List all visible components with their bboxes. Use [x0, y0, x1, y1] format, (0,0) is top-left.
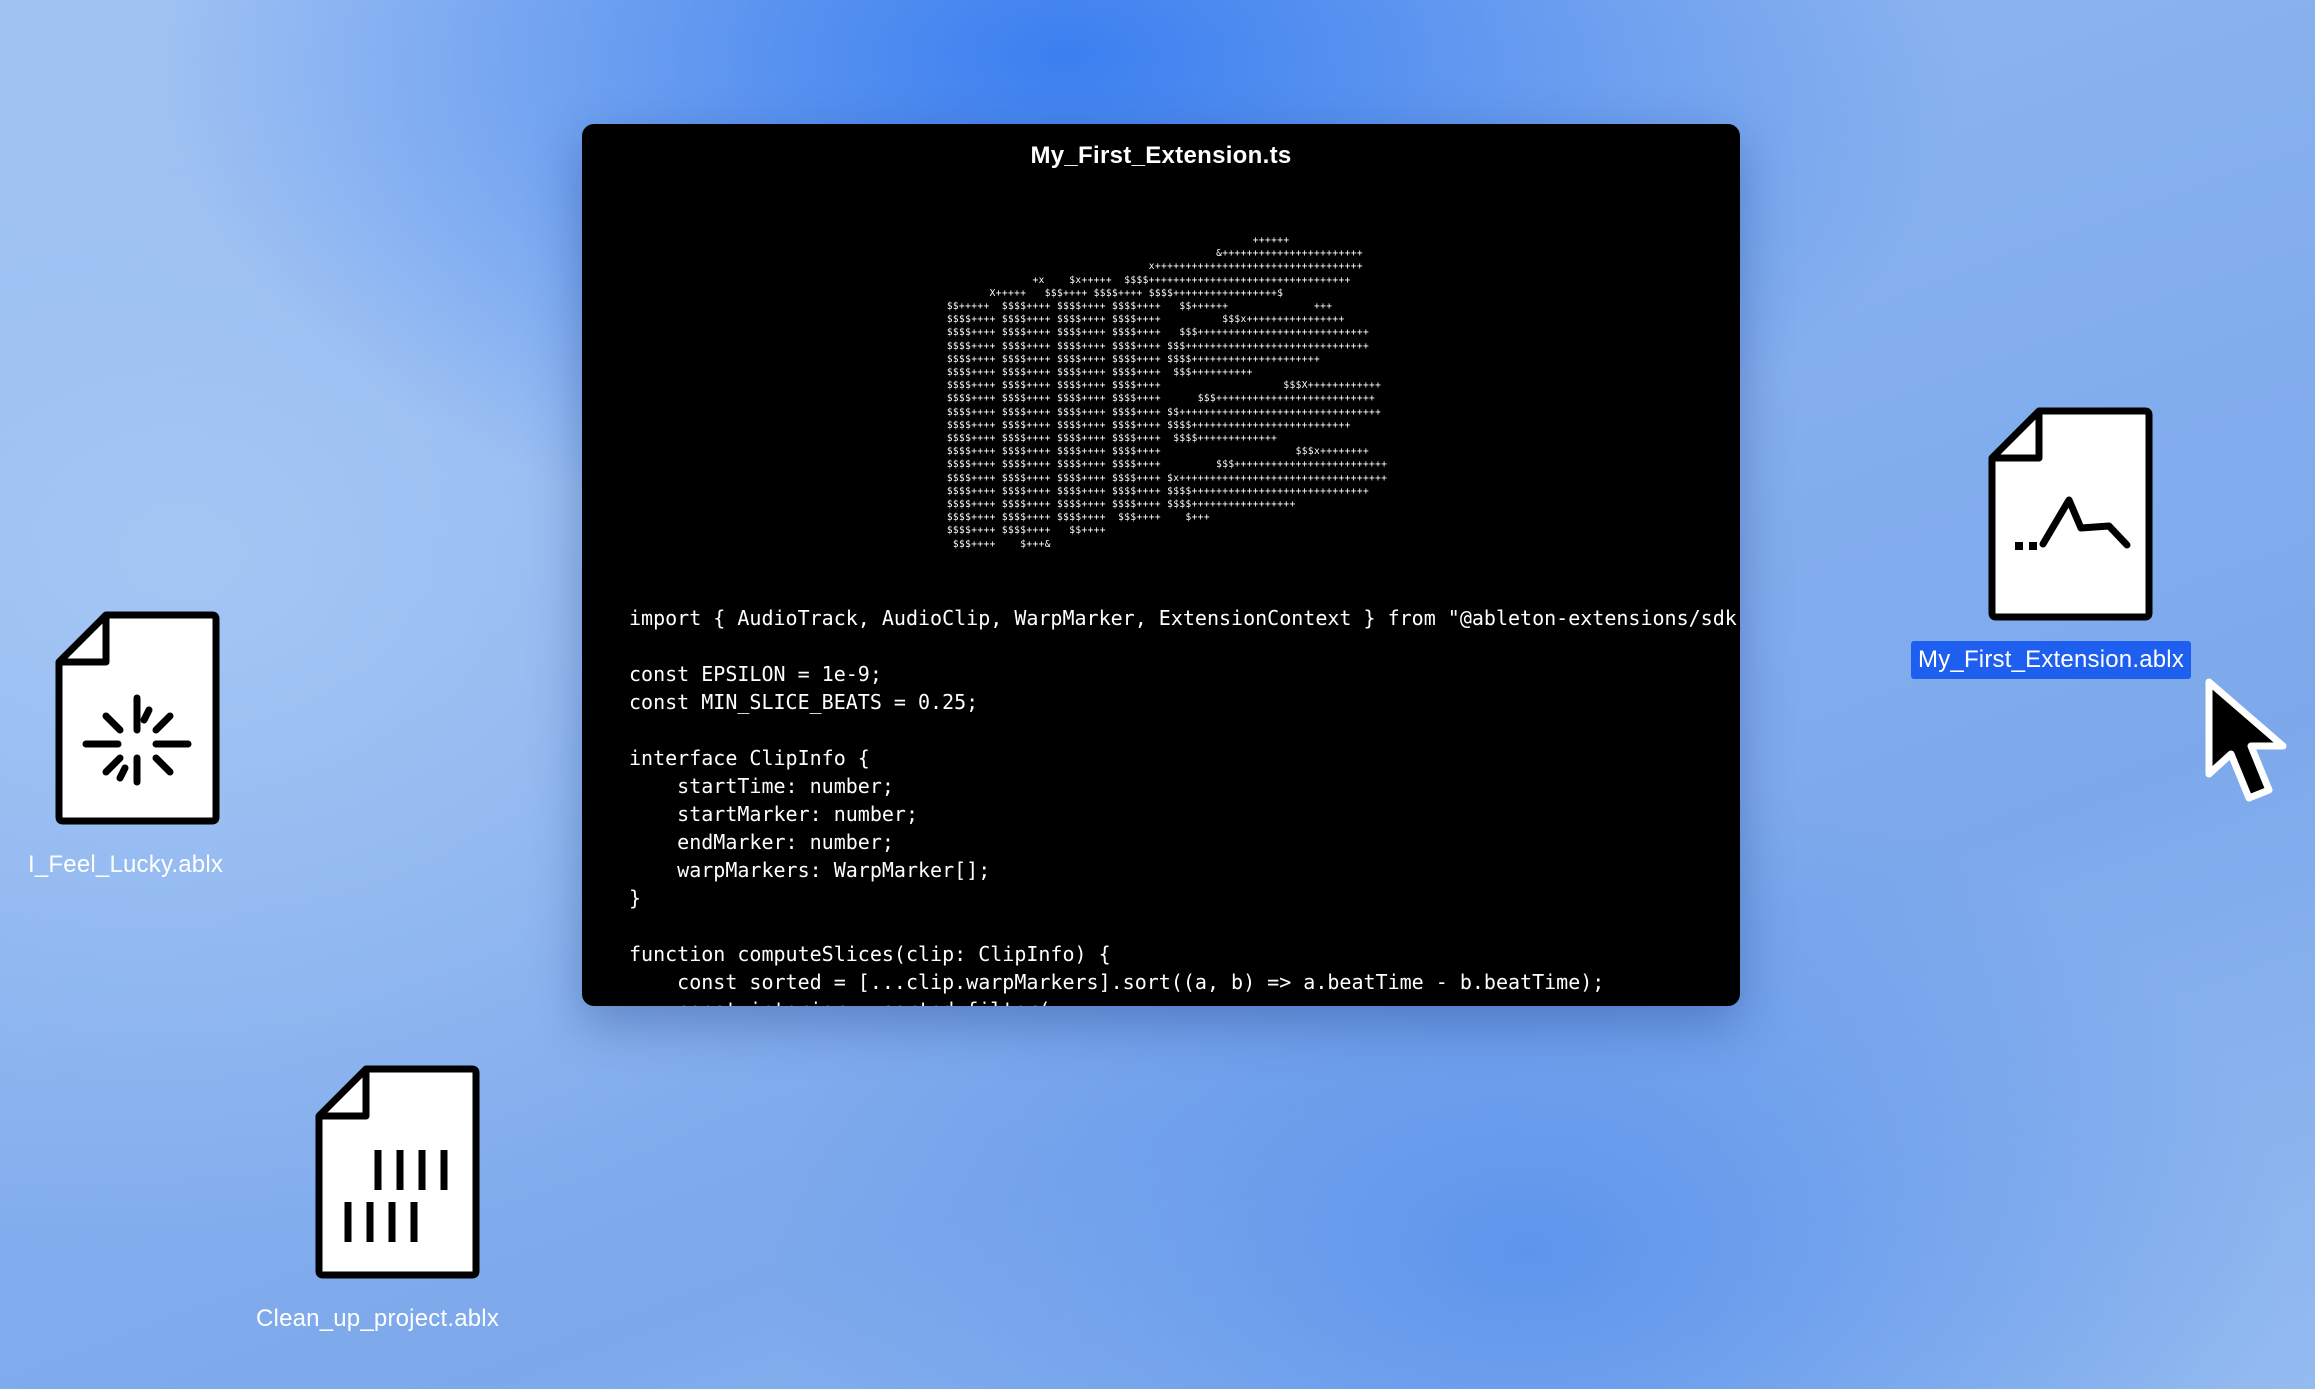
- sparkle-document-icon: [55, 611, 220, 825]
- file-my-first-extension[interactable]: [1985, 404, 2155, 624]
- code-preview-window: My_First_Extension.ts ++++++ &++++++++++…: [582, 124, 1740, 1006]
- ascii-art-logo: ++++++ &+++++++++++++++++++++++ x+++++++…: [582, 234, 1740, 552]
- barcode-document-icon: [315, 1065, 480, 1279]
- window-title: My_First_Extension.ts: [1030, 142, 1292, 169]
- file-label-i-feel-lucky[interactable]: I_Feel_Lucky.ablx: [28, 851, 223, 879]
- file-label-my-first-extension[interactable]: My_First_Extension.ablx: [1911, 641, 2192, 679]
- code-text: import { AudioTrack, AudioClip, WarpMark…: [629, 606, 1740, 1006]
- file-label-clean-up-project[interactable]: Clean_up_project.ablx: [256, 1305, 499, 1333]
- waveform-document-icon: [1988, 407, 2153, 621]
- file-i-feel-lucky[interactable]: [52, 608, 222, 828]
- mouse-pointer-icon: [2205, 678, 2289, 815]
- file-clean-up-project[interactable]: [312, 1062, 482, 1282]
- ascii-art-text: ++++++ &+++++++++++++++++++++++ x+++++++…: [946, 235, 1388, 550]
